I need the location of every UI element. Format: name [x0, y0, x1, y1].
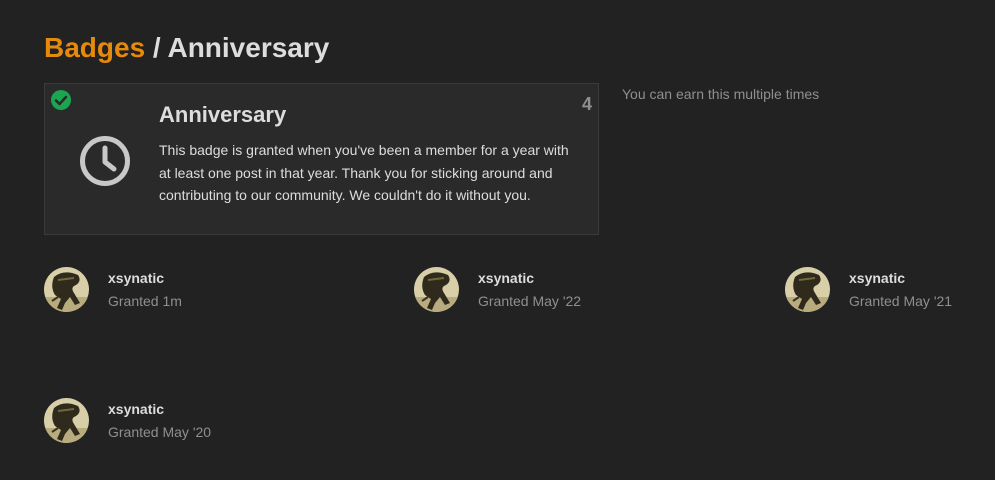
granted-date: Granted May '21 — [849, 293, 953, 309]
avatar[interactable] — [44, 267, 89, 312]
grant-item: xsynatic Granted May '21 — [785, 267, 990, 317]
grant-count: 4 — [581, 94, 592, 114]
breadcrumb-current: Anniversary — [167, 32, 330, 63]
earn-multiple-note: You can earn this multiple times — [622, 86, 820, 102]
username-link[interactable]: xsynatic — [849, 270, 905, 286]
avatar[interactable] — [414, 267, 459, 312]
check-circle-icon — [51, 90, 71, 110]
breadcrumb-separator: / — [145, 32, 168, 63]
badge-page: Badges / Anniversary 4 Anniversary This … — [0, 0, 995, 480]
grant-item: xsynatic Granted May '20 — [44, 398, 344, 448]
avatar[interactable] — [785, 267, 830, 312]
granted-date: Granted May '20 — [108, 424, 212, 440]
grant-item: xsynatic Granted 1m — [44, 267, 344, 317]
granted-date: Granted May '22 — [478, 293, 582, 309]
username-link[interactable]: xsynatic — [108, 270, 164, 286]
granted-date: Granted 1m — [108, 293, 182, 309]
grant-item: xsynatic Granted May '22 — [414, 267, 714, 317]
avatar[interactable] — [44, 398, 89, 443]
username-link[interactable]: xsynatic — [108, 401, 164, 417]
badges-link[interactable]: Badges — [44, 32, 145, 63]
badge-card: 4 Anniversary This badge is granted when… — [44, 83, 599, 235]
badge-name: Anniversary — [159, 102, 287, 127]
username-link[interactable]: xsynatic — [478, 270, 534, 286]
badge-description: This badge is granted when you've been a… — [159, 142, 569, 203]
page-title: Badges / Anniversary — [44, 30, 329, 66]
clock-icon — [80, 136, 130, 186]
